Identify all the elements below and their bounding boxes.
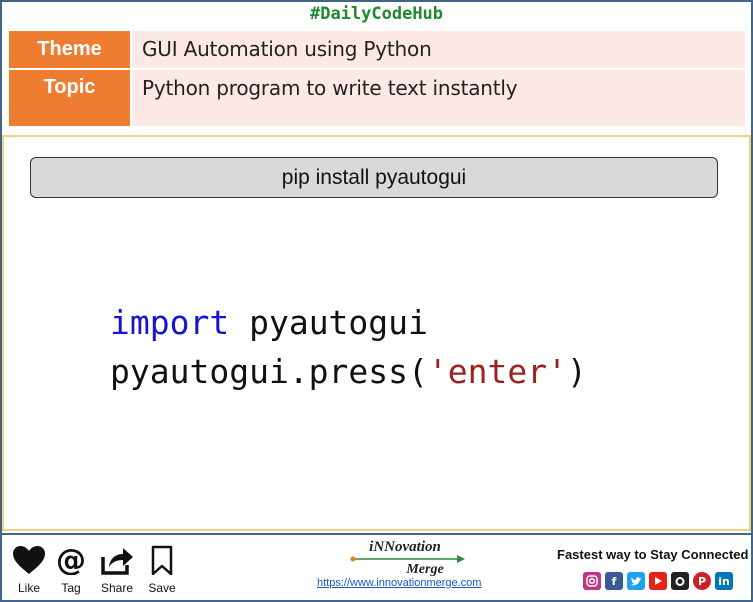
brand-line1: iNNovation [369, 539, 441, 555]
linkedin-icon[interactable]: in [715, 572, 733, 590]
hashtag-title: #DailyCodeHub [309, 4, 444, 24]
theme-row: Theme GUI Automation using Python [9, 31, 745, 68]
footer-divider [2, 533, 751, 535]
twitter-icon[interactable] [627, 572, 645, 590]
bookmark-icon [151, 545, 173, 575]
tag-label: Tag [61, 581, 81, 595]
code-close-paren: ) [566, 352, 587, 391]
code-keyword-import: import [110, 303, 230, 342]
code-module-name: pyautogui [229, 303, 428, 342]
at-icon: @ [56, 545, 86, 575]
code-function-call: pyautogui.press( [110, 352, 428, 391]
topic-value: Python program to write text instantly [132, 70, 745, 126]
heart-icon [13, 546, 45, 574]
save-label: Save [148, 581, 176, 595]
website-link[interactable]: https://www.innovationmerge.com [317, 577, 481, 589]
facebook-icon[interactable]: f [605, 572, 623, 590]
share-icon [101, 548, 133, 575]
brand-line2: Merge [406, 562, 444, 577]
connect-text: Fastest way to Stay Connected [557, 547, 749, 562]
brand-logo: iNNovation Merge [300, 540, 510, 577]
theme-value: GUI Automation using Python [132, 31, 745, 68]
pinterest-icon[interactable]: P [693, 572, 711, 590]
like-button[interactable]: Like [9, 545, 49, 595]
social-icons: f P in [583, 572, 733, 590]
share-button[interactable]: Share [97, 545, 137, 595]
like-label: Like [17, 581, 40, 595]
instagram-icon[interactable] [583, 572, 601, 590]
tag-button[interactable]: @ Tag [51, 545, 91, 595]
svg-text:@: @ [56, 545, 86, 575]
youtube-icon[interactable] [649, 572, 667, 590]
topic-label: Topic [9, 70, 130, 126]
save-button[interactable]: Save [142, 545, 182, 595]
share-label: Share [100, 581, 134, 595]
github-icon[interactable] [671, 572, 689, 590]
code-string-literal: 'enter' [427, 352, 567, 391]
pip-install-command: pip install pyautogui [30, 157, 718, 198]
theme-label: Theme [9, 31, 130, 68]
brand-arrows-icon [350, 555, 465, 563]
code-block: import pyautogui pyautogui.press('enter'… [110, 298, 587, 396]
topic-row: Topic Python program to write text insta… [9, 70, 745, 126]
